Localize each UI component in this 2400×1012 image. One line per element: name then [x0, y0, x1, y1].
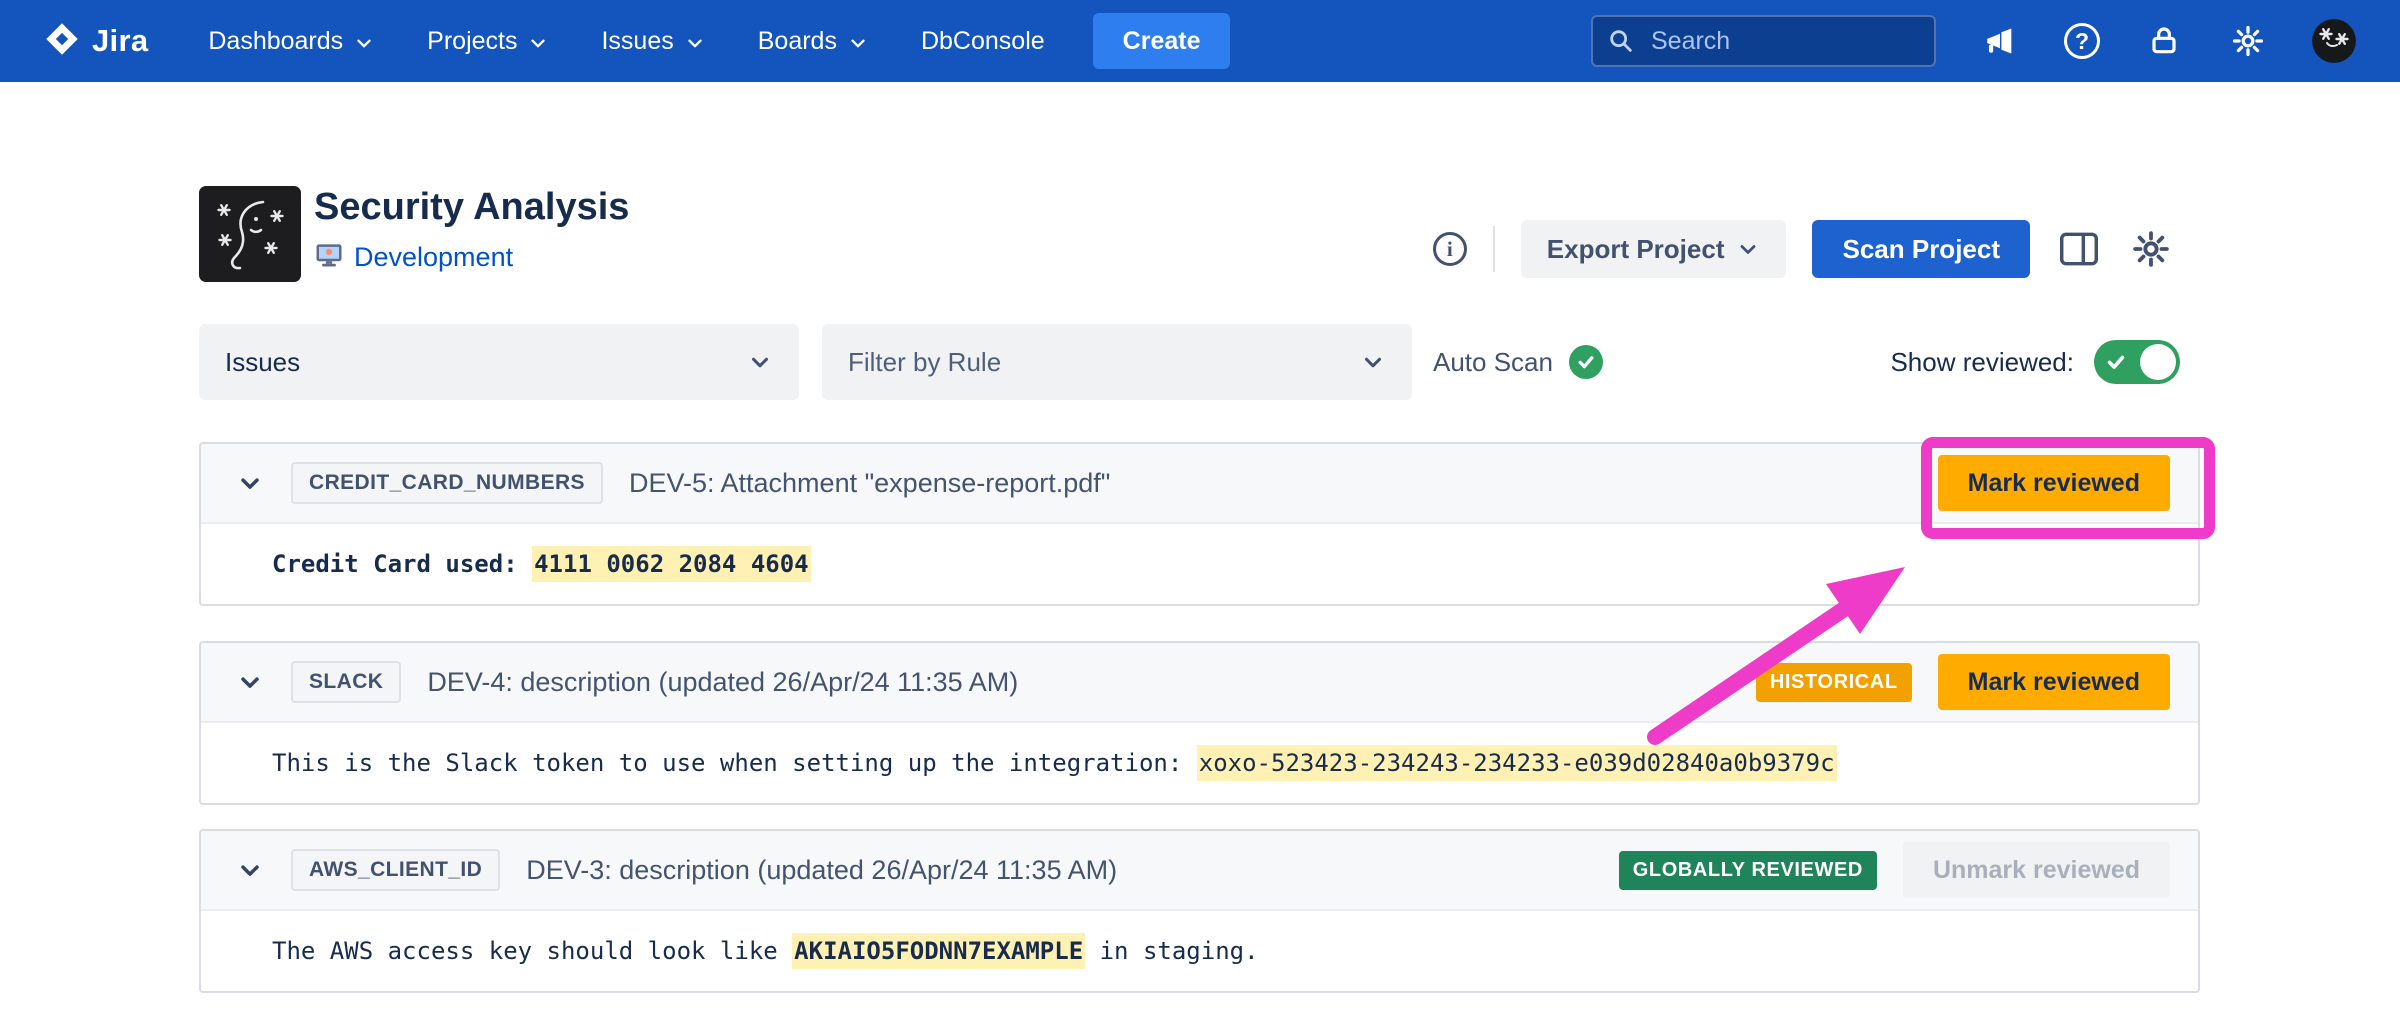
nav-boards[interactable]: Boards — [732, 0, 895, 82]
nav-projects-label: Projects — [427, 27, 517, 56]
rule-filter-value: Filter by Rule — [848, 347, 1001, 378]
divider — [1493, 226, 1495, 272]
project-avatar — [199, 186, 301, 282]
finding-card-aws: AWS_CLIENT_ID DEV-3: description (update… — [199, 829, 2200, 993]
page-settings-gear-icon[interactable] — [2128, 226, 2174, 272]
scan-project-button[interactable]: Scan Project — [1812, 220, 2030, 278]
chevron-down-icon[interactable] — [235, 469, 265, 497]
details-panel-icon[interactable] — [2056, 226, 2102, 272]
jira-logo-icon — [44, 21, 80, 62]
lock-icon[interactable] — [2144, 21, 2184, 61]
nav-dbconsole-label: DbConsole — [921, 27, 1045, 56]
finding-header: SLACK DEV-4: description (updated 26/Apr… — [201, 643, 2198, 723]
help-icon[interactable]: ? — [2064, 23, 2100, 59]
finding-text-suffix: in staging. — [1085, 937, 1258, 965]
show-reviewed-control: Show reviewed: — [1890, 324, 2180, 400]
mark-reviewed-button[interactable]: Mark reviewed — [1938, 654, 2170, 710]
announcement-icon[interactable] — [1980, 21, 2020, 61]
globally-reviewed-badge: GLOBALLY REVIEWED — [1619, 851, 1877, 890]
nav-dbconsole[interactable]: DbConsole — [895, 0, 1071, 82]
chevron-down-icon — [847, 32, 869, 54]
finding-card-slack: SLACK DEV-4: description (updated 26/Apr… — [199, 641, 2200, 805]
secret-highlight: xoxo-523423-234243-234233-e039d02840a0b9… — [1197, 745, 1837, 781]
finding-title: DEV-4: description (updated 26/Apr/24 11… — [427, 667, 1018, 698]
nav-boards-label: Boards — [758, 27, 837, 56]
auto-scan-check-icon[interactable] — [1569, 345, 1603, 379]
finding-header: AWS_CLIENT_ID DEV-3: description (update… — [201, 831, 2198, 911]
rule-badge: AWS_CLIENT_ID — [291, 849, 500, 891]
export-project-label: Export Project — [1547, 234, 1725, 265]
settings-gear-icon[interactable] — [2228, 21, 2268, 61]
nav-dashboards[interactable]: Dashboards — [182, 0, 401, 82]
finding-text: The AWS access key should look like AKIA… — [272, 937, 1259, 965]
chevron-down-icon[interactable] — [235, 856, 265, 884]
page-title: Security Analysis — [314, 186, 629, 229]
finding-title: DEV-3: description (updated 26/Apr/24 11… — [526, 855, 1117, 886]
finding-body: This is the Slack token to use when sett… — [201, 723, 2198, 803]
finding-header: CREDIT_CARD_NUMBERS DEV-5: Attachment "e… — [201, 444, 2198, 524]
project-avatar-icon — [314, 240, 344, 275]
header-controls: i Export Project Scan Project — [1433, 220, 2174, 278]
chevron-down-icon — [1360, 349, 1386, 375]
nav-projects[interactable]: Projects — [401, 0, 575, 82]
navbar-right: ? — [1591, 15, 2356, 67]
finding-text: This is the Slack token to use when sett… — [272, 749, 1837, 777]
create-button[interactable]: Create — [1093, 13, 1231, 69]
unmark-reviewed-button[interactable]: Unmark reviewed — [1903, 842, 2170, 898]
secret-highlight: AKIAIO5FODNN7EXAMPLE — [792, 933, 1085, 969]
chevron-down-icon — [527, 32, 549, 54]
finding-card-credit-card: CREDIT_CARD_NUMBERS DEV-5: Attachment "e… — [199, 442, 2200, 606]
secret-highlight: 4111 0062 2084 4604 — [532, 546, 811, 582]
finding-body: Credit Card used: 4111 0062 2084 4604 — [201, 524, 2198, 604]
chevron-down-icon — [747, 349, 773, 375]
chevron-down-icon — [353, 32, 375, 54]
finding-text-prefix: This is the Slack token to use when sett… — [272, 749, 1197, 777]
auto-scan-label: Auto Scan — [1433, 347, 1553, 378]
chevron-down-icon[interactable] — [235, 668, 265, 696]
toggle-knob — [2140, 344, 2176, 380]
navbar-search — [1591, 15, 1936, 67]
export-project-button[interactable]: Export Project — [1521, 220, 1787, 278]
project-breadcrumb: Development — [314, 240, 513, 275]
finding-title: DEV-5: Attachment "expense-report.pdf" — [629, 468, 1110, 499]
jira-logo[interactable]: Jira — [44, 21, 148, 62]
nav-dashboards-label: Dashboards — [208, 27, 343, 56]
show-reviewed-label: Show reviewed: — [1890, 347, 2074, 378]
rule-filter-dropdown[interactable]: Filter by Rule — [822, 324, 1412, 400]
finding-body: The AWS access key should look like AKIA… — [201, 911, 2198, 991]
jira-logo-text: Jira — [92, 23, 148, 59]
finding-text-prefix: The AWS access key should look like — [272, 937, 792, 965]
main-content: Security Analysis Development i Export P… — [0, 82, 2400, 1012]
finding-text: Credit Card used: 4111 0062 2084 4604 — [272, 550, 811, 578]
nav-issues[interactable]: Issues — [575, 0, 731, 82]
user-avatar[interactable] — [2312, 19, 2356, 63]
issues-filter-dropdown[interactable]: Issues — [199, 324, 799, 400]
search-input[interactable] — [1591, 15, 1936, 67]
rule-badge: CREDIT_CARD_NUMBERS — [291, 462, 603, 504]
primary-nav: Dashboards Projects Issues Boards DbCons… — [182, 0, 1070, 82]
issues-filter-value: Issues — [225, 347, 300, 378]
project-link[interactable]: Development — [354, 242, 513, 273]
auto-scan-control: Auto Scan — [1433, 324, 1603, 400]
rule-badge: SLACK — [291, 661, 401, 703]
finding-text-prefix: Credit Card used: — [272, 550, 532, 578]
chevron-down-icon — [684, 32, 706, 54]
search-icon — [1607, 27, 1635, 60]
nav-issues-label: Issues — [601, 27, 673, 56]
show-reviewed-toggle[interactable] — [2094, 340, 2180, 384]
toggle-check-icon — [2105, 351, 2127, 378]
info-icon[interactable]: i — [1433, 232, 1467, 266]
historical-badge: HISTORICAL — [1756, 663, 1912, 702]
mark-reviewed-button[interactable]: Mark reviewed — [1938, 455, 2170, 511]
chevron-down-icon — [1736, 237, 1760, 261]
top-navbar: Jira Dashboards Projects Issues Boards D… — [0, 0, 2400, 82]
